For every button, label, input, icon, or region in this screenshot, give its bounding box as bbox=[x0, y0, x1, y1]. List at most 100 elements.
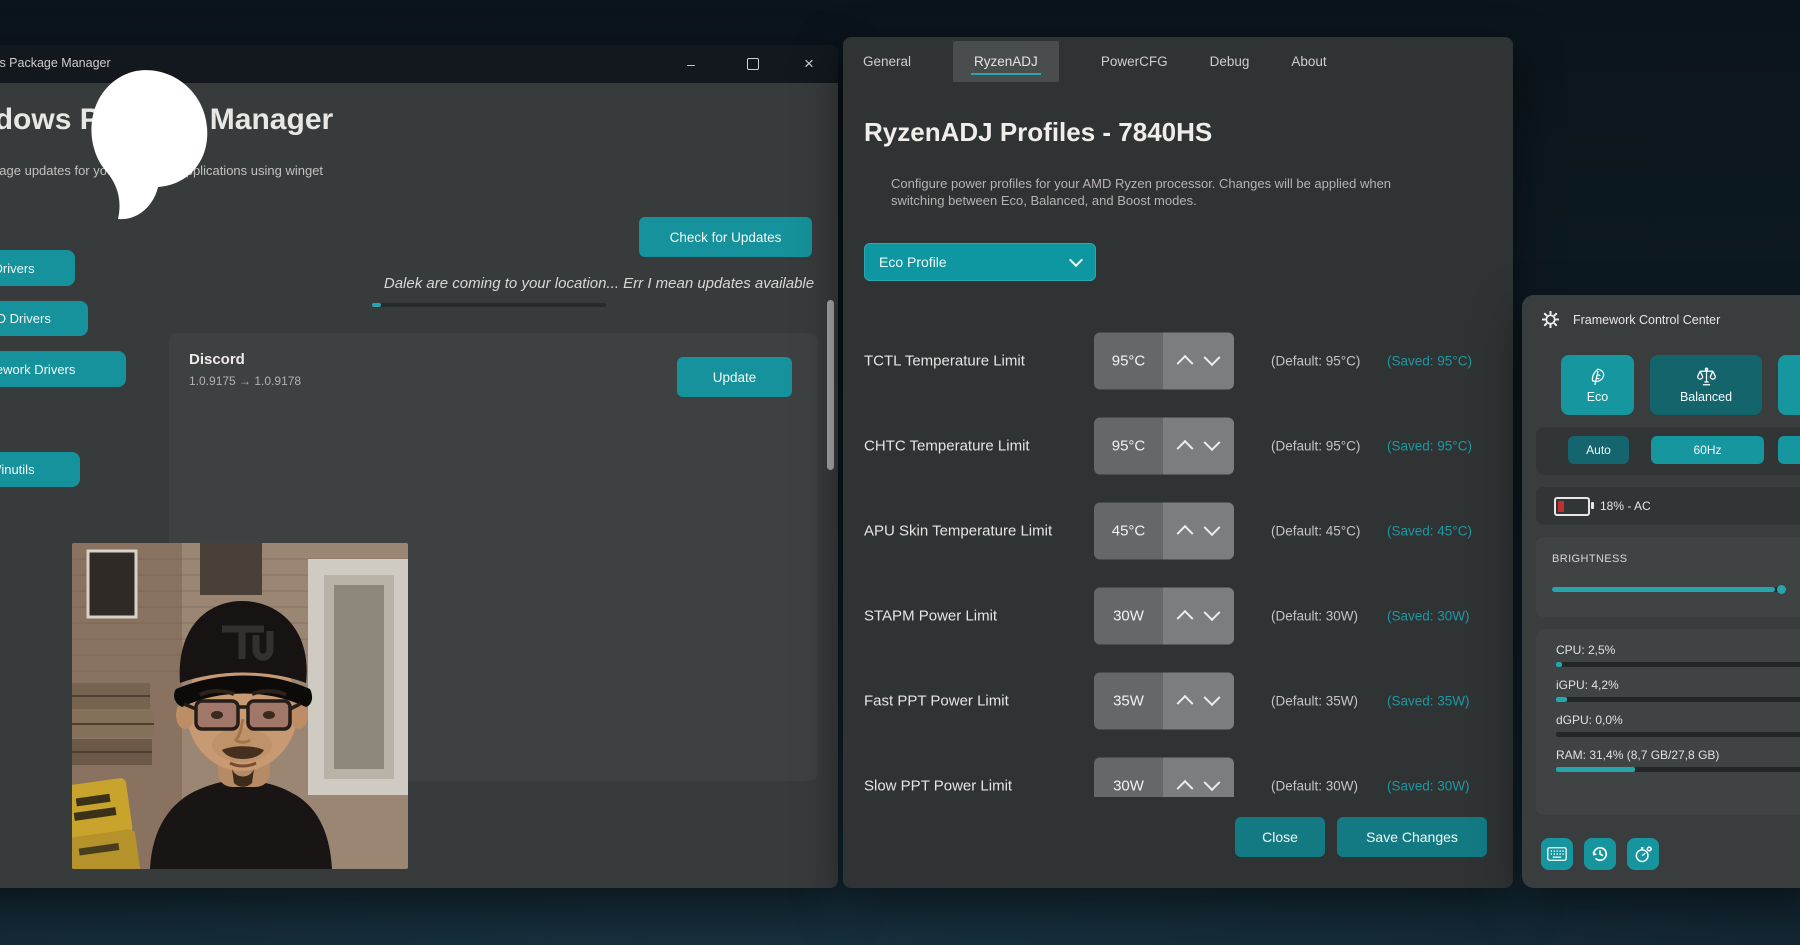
stat-cpu: CPU: 2,5% bbox=[1556, 643, 1800, 667]
setting-row-slow-ppt: Slow PPT Power Limit 30W (Default: 30W) … bbox=[843, 743, 1513, 797]
mode-label: Eco bbox=[1587, 390, 1609, 404]
increment-icon[interactable] bbox=[1177, 525, 1194, 542]
default-value: (Default: 95°C) bbox=[1271, 353, 1360, 368]
slider-handle[interactable] bbox=[1777, 585, 1786, 594]
value-stepper: 95°C bbox=[1094, 417, 1234, 474]
quick-action-buttons bbox=[1541, 838, 1659, 870]
package-name: Discord bbox=[189, 351, 245, 368]
refresh-60hz-button[interactable]: 60Hz bbox=[1651, 436, 1764, 464]
save-changes-button[interactable]: Save Changes bbox=[1337, 817, 1487, 857]
tab-powercfg[interactable]: PowerCFG bbox=[1101, 54, 1168, 69]
window-title: Windows Package Manager bbox=[0, 56, 111, 70]
framework-drivers-button[interactable]: Framework Drivers bbox=[0, 351, 126, 387]
increment-icon[interactable] bbox=[1177, 355, 1194, 372]
stepper-value: 95°C bbox=[1094, 417, 1163, 474]
stepper-value: 30W bbox=[1094, 587, 1163, 644]
tab-ryzenadj[interactable]: RyzenADJ bbox=[953, 41, 1059, 82]
setting-label: APU Skin Temperature Limit bbox=[864, 522, 1052, 539]
mode-button-balanced[interactable]: Balanced bbox=[1650, 355, 1762, 415]
status-text: Dalek are coming to your location... Err… bbox=[369, 275, 829, 292]
update-button[interactable]: Update bbox=[677, 357, 792, 397]
panel-title: Framework Control Center bbox=[1573, 313, 1720, 327]
profile-dropdown[interactable]: Eco Profile bbox=[864, 243, 1096, 281]
maximize-button[interactable] bbox=[730, 45, 776, 83]
brightness-fill bbox=[1552, 587, 1775, 592]
stat-bar bbox=[1556, 732, 1800, 737]
increment-icon[interactable] bbox=[1177, 695, 1194, 712]
keyboard-icon bbox=[1547, 846, 1567, 862]
minimize-button[interactable]: – bbox=[668, 45, 714, 83]
mode-button-eco[interactable]: Eco bbox=[1561, 355, 1634, 415]
decrement-icon[interactable] bbox=[1204, 434, 1221, 451]
check-for-updates-button[interactable]: Check for Updates bbox=[639, 217, 812, 257]
saved-value: (Saved: 45°C) bbox=[1387, 523, 1472, 538]
history-icon bbox=[1590, 844, 1610, 864]
stat-bar-fill bbox=[1556, 697, 1567, 702]
default-value: (Default: 30W) bbox=[1271, 778, 1358, 793]
tab-bar: General RyzenADJ PowerCFG Debug About bbox=[863, 37, 1327, 85]
setting-row-apu-skin: APU Skin Temperature Limit 45°C (Default… bbox=[843, 488, 1513, 573]
tab-about[interactable]: About bbox=[1291, 54, 1326, 69]
setting-row-stapm: STAPM Power Limit 30W (Default: 30W) (Sa… bbox=[843, 573, 1513, 658]
intel-drivers-button[interactable]: Intel Drivers bbox=[0, 250, 75, 286]
annotation-blob bbox=[66, 69, 212, 221]
decrement-icon[interactable] bbox=[1204, 774, 1221, 791]
refresh-rate-group: Auto 60Hz bbox=[1536, 427, 1800, 475]
keyboard-button[interactable] bbox=[1541, 838, 1573, 870]
framework-control-center: Framework Control Center Eco Balanced bbox=[1522, 295, 1800, 888]
amd-drivers-button[interactable]: AMD Drivers bbox=[0, 301, 88, 336]
brightness-slider[interactable] bbox=[1552, 587, 1784, 592]
saved-value: (Saved: 35W) bbox=[1387, 693, 1470, 708]
default-value: (Default: 45°C) bbox=[1271, 523, 1360, 538]
stat-label: RAM: 31,4% (8,7 GB/27,8 GB) bbox=[1556, 748, 1800, 762]
stat-label: CPU: 2,5% bbox=[1556, 643, 1800, 657]
section-title: RyzenADJ Profiles - 7840HS bbox=[864, 117, 1212, 148]
stat-bar-fill bbox=[1556, 767, 1635, 772]
refresh-button-3-clipped[interactable] bbox=[1778, 436, 1800, 464]
setting-label: Fast PPT Power Limit bbox=[864, 692, 1009, 709]
chevron-down-icon bbox=[1069, 253, 1083, 267]
stat-label: iGPU: 4,2% bbox=[1556, 678, 1800, 692]
fan-timer-button[interactable] bbox=[1627, 838, 1659, 870]
power-mode-buttons: Eco Balanced bbox=[1561, 355, 1800, 415]
webcam-overlay bbox=[72, 543, 408, 869]
setting-label: TCTL Temperature Limit bbox=[864, 352, 1025, 369]
ctt-winutils-button[interactable]: CTT Winutils bbox=[0, 452, 80, 487]
scrollbar-thumb[interactable] bbox=[827, 300, 834, 470]
history-button[interactable] bbox=[1584, 838, 1616, 870]
stat-bar bbox=[1556, 662, 1800, 667]
mode-button-3-clipped[interactable] bbox=[1778, 355, 1800, 415]
battery-fill bbox=[1558, 501, 1564, 512]
stepper-value: 45°C bbox=[1094, 502, 1163, 559]
decrement-icon[interactable] bbox=[1204, 519, 1221, 536]
value-stepper: 35W bbox=[1094, 672, 1234, 729]
setting-row-chtc: CHTC Temperature Limit 95°C (Default: 95… bbox=[843, 403, 1513, 488]
stats-card: CPU: 2,5% iGPU: 4,2% dGPU: 0,0% RAM: 31,… bbox=[1536, 629, 1800, 815]
tab-debug[interactable]: Debug bbox=[1210, 54, 1250, 69]
webcam-portrait bbox=[72, 543, 408, 869]
increment-icon[interactable] bbox=[1177, 610, 1194, 627]
stopwatch-gear-icon bbox=[1633, 844, 1653, 864]
refresh-auto-button[interactable]: Auto bbox=[1568, 436, 1629, 464]
decrement-icon[interactable] bbox=[1204, 349, 1221, 366]
ryzenadj-window: General RyzenADJ PowerCFG Debug About Ry… bbox=[843, 37, 1513, 888]
saved-value: (Saved: 30W) bbox=[1387, 778, 1470, 793]
tab-general[interactable]: General bbox=[863, 54, 911, 69]
close-dialog-button[interactable]: Close bbox=[1235, 817, 1325, 857]
stat-bar bbox=[1556, 697, 1800, 702]
section-description: Configure power profiles for your AMD Ry… bbox=[891, 175, 1391, 209]
description-line-2: switching between Eco, Balanced, and Boo… bbox=[891, 192, 1391, 209]
leaf-icon bbox=[1588, 367, 1608, 387]
brightness-card: BRIGHTNESS bbox=[1536, 537, 1800, 617]
default-value: (Default: 35W) bbox=[1271, 693, 1358, 708]
panel-header: Framework Control Center bbox=[1542, 311, 1720, 328]
stepper-value: 35W bbox=[1094, 672, 1163, 729]
decrement-icon[interactable] bbox=[1204, 604, 1221, 621]
stat-bar bbox=[1556, 767, 1800, 772]
increment-icon[interactable] bbox=[1177, 780, 1194, 797]
package-version-change: 1.0.9175 → 1.0.9178 bbox=[189, 374, 301, 388]
maximize-icon bbox=[747, 58, 759, 70]
close-button[interactable]: × bbox=[786, 45, 832, 83]
increment-icon[interactable] bbox=[1177, 440, 1194, 457]
decrement-icon[interactable] bbox=[1204, 689, 1221, 706]
